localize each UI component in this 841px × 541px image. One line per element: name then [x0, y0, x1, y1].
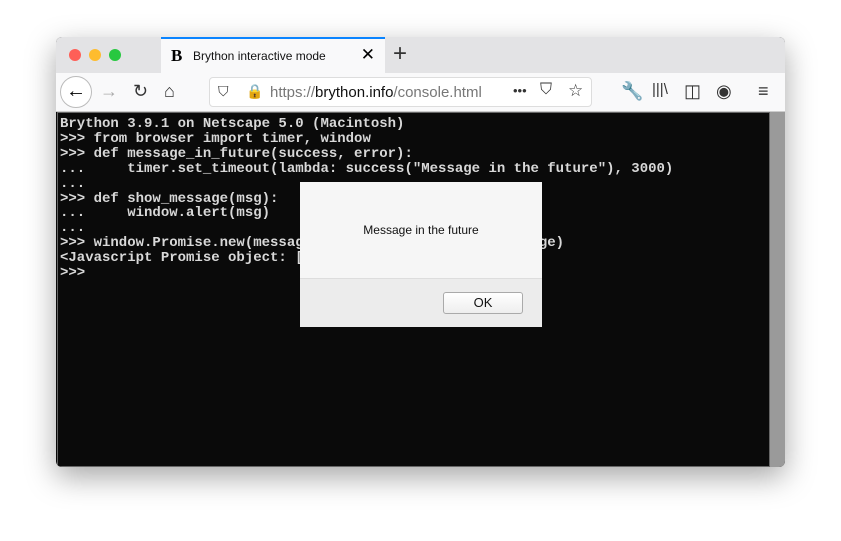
forward-icon[interactable]: →: [100, 81, 118, 102]
url-path: /console.html: [393, 84, 482, 101]
sidebar-icon[interactable]: ◫: [684, 81, 701, 102]
console-line: >>> def message_in_future(success, error…: [60, 145, 413, 162]
minimize-window-button[interactable]: [89, 49, 101, 61]
reload-icon[interactable]: ↻: [133, 81, 148, 102]
back-button[interactable]: ←: [60, 76, 92, 108]
console-line: ...: [60, 175, 86, 192]
console-line: <Javascript Promise object: [: [60, 250, 304, 267]
console-prompt: >>>: [60, 265, 86, 282]
title-bar: B Brython interactive mode ✕ +: [56, 37, 785, 73]
ok-button[interactable]: OK: [443, 292, 523, 314]
library-icon[interactable]: |||\: [652, 81, 668, 98]
brython-favicon-icon: B: [171, 46, 183, 65]
menu-icon[interactable]: ≡: [758, 81, 769, 102]
lock-icon[interactable]: 🔒: [246, 83, 263, 100]
bookmark-star-icon[interactable]: ☆: [568, 81, 583, 101]
console-line: ... window.alert(msg): [60, 205, 271, 222]
alert-footer: OK: [300, 278, 542, 327]
more-actions-icon[interactable]: •••: [513, 83, 527, 98]
browser-window: B Brython interactive mode ✕ + ← → ↻ ⌂ ⛉…: [56, 37, 785, 467]
zoom-window-button[interactable]: [109, 49, 121, 61]
tab-close-icon[interactable]: ✕: [361, 45, 375, 65]
close-window-button[interactable]: [69, 49, 81, 61]
url-scheme: https://: [270, 84, 316, 101]
console-line: ... timer.set_timeout(lambda: success("M…: [60, 160, 674, 177]
new-tab-icon[interactable]: +: [393, 40, 407, 68]
nav-toolbar: ← → ↻ ⌂ ⛉ 🔒 https://brython.info/console…: [56, 73, 785, 112]
pocket-icon[interactable]: ⛉: [540, 81, 552, 99]
tab-title: Brython interactive mode: [193, 49, 326, 63]
url-bar[interactable]: ⛉ 🔒 https://brython.info/console.html ••…: [209, 77, 592, 107]
account-icon[interactable]: ◉: [716, 81, 732, 102]
wrench-icon[interactable]: 🔧: [621, 81, 643, 102]
home-icon[interactable]: ⌂: [164, 81, 175, 102]
alert-dialog: Message in the future OK: [300, 182, 542, 327]
console-line: Brython 3.9.1 on Netscape 5.0 (Macintosh…: [60, 116, 405, 132]
tab-brython[interactable]: B Brython interactive mode ✕: [161, 37, 385, 73]
alert-message: Message in the future: [363, 223, 479, 237]
console-line: >>> from browser import timer, window: [60, 130, 371, 147]
console-line: ...: [60, 220, 86, 237]
scrollbar[interactable]: [770, 112, 785, 467]
shield-icon[interactable]: ⛉: [218, 83, 229, 100]
console-line: >>> def show_message(msg):: [60, 190, 279, 207]
url-domain: brython.info: [315, 84, 394, 101]
